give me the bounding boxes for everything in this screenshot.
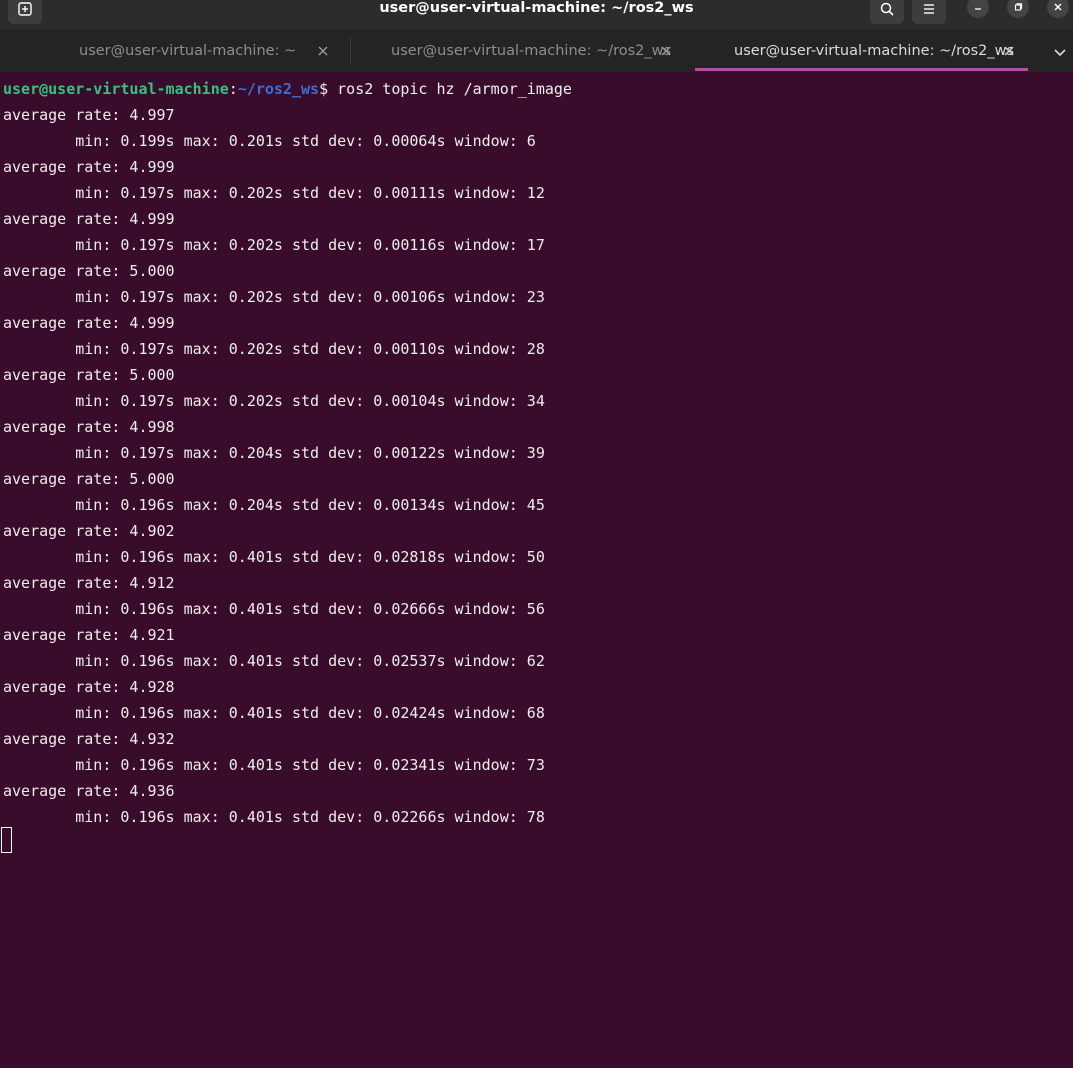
tab-label: user@user-virtual-machine: ~	[79, 43, 297, 59]
output-line-stats: min: 0.196s max: 0.401s std dev: 0.02666…	[3, 600, 545, 618]
output-line-rate: average rate: 4.936	[3, 782, 175, 800]
active-tab-indicator	[695, 68, 1028, 71]
title-bar: user@user-virtual-machine: ~/ros2_ws	[0, 0, 1073, 30]
prompt-path: ~/ros2_ws	[237, 80, 320, 98]
tab-ros2-ws-active[interactable]: user@user-virtual-machine: ~/ros2_ws	[695, 31, 1028, 73]
output-line-rate: average rate: 5.000	[3, 470, 175, 488]
output-line-rate: average rate: 4.932	[3, 730, 175, 748]
tab-home[interactable]: user@user-virtual-machine: ~	[0, 31, 350, 73]
output-line-stats: min: 0.197s max: 0.202s std dev: 0.00106…	[3, 288, 545, 306]
prompt-colon: :	[228, 80, 238, 98]
tab-ros2-ws[interactable]: user@user-virtual-machine: ~/ros2_ws	[351, 31, 691, 73]
output-line-rate: average rate: 4.997	[3, 106, 175, 124]
prompt-user-host: user@user-virtual-machine	[3, 80, 229, 98]
command-line: user@user-virtual-machine:~/ros2_ws$ ros…	[3, 76, 572, 102]
output-line-stats: min: 0.199s max: 0.201s std dev: 0.00064…	[3, 132, 536, 150]
tab-bar: user@user-virtual-machine: ~ user@user-v…	[0, 30, 1073, 72]
output-line-rate: average rate: 4.912	[3, 574, 175, 592]
output-line-stats: min: 0.197s max: 0.202s std dev: 0.00111…	[3, 184, 545, 202]
tab-close-icon[interactable]	[317, 45, 329, 57]
tab-close-icon[interactable]	[1003, 45, 1015, 57]
terminal-cursor	[1, 827, 12, 853]
terminal-output[interactable]: user@user-virtual-machine:~/ros2_ws$ ros…	[0, 72, 1073, 1068]
output-line-stats: min: 0.197s max: 0.202s std dev: 0.00104…	[3, 392, 545, 410]
output-line-rate: average rate: 4.928	[3, 678, 175, 696]
output-line-rate: average rate: 4.999	[3, 158, 175, 176]
prompt-dollar: $	[319, 80, 329, 98]
output-line-stats: min: 0.197s max: 0.204s std dev: 0.00122…	[3, 444, 545, 462]
output-line-stats: min: 0.196s max: 0.204s std dev: 0.00134…	[3, 496, 545, 514]
chevron-down-icon[interactable]	[1053, 45, 1067, 59]
output-line-stats: min: 0.197s max: 0.202s std dev: 0.00116…	[3, 236, 545, 254]
output-line-stats: min: 0.196s max: 0.401s std dev: 0.02424…	[3, 704, 545, 722]
output-line-rate: average rate: 4.902	[3, 522, 175, 540]
output-line-rate: average rate: 5.000	[3, 262, 175, 280]
output-line-stats: min: 0.197s max: 0.202s std dev: 0.00110…	[3, 340, 545, 358]
menu-button[interactable]	[912, 0, 946, 24]
tab-close-icon[interactable]	[660, 45, 672, 57]
search-button[interactable]	[870, 0, 904, 24]
output-line-stats: min: 0.196s max: 0.401s std dev: 0.02537…	[3, 652, 545, 670]
output-line-rate: average rate: 4.998	[3, 418, 175, 436]
menu-icon	[924, 4, 934, 14]
command-text: ros2 topic hz /armor_image	[328, 80, 572, 98]
output-line-stats: min: 0.196s max: 0.401s std dev: 0.02266…	[3, 808, 545, 826]
output-line-rate: average rate: 4.999	[3, 210, 175, 228]
output-line-rate: average rate: 4.999	[3, 314, 175, 332]
tab-label: user@user-virtual-machine: ~/ros2_ws	[734, 43, 1015, 59]
tab-label: user@user-virtual-machine: ~/ros2_ws	[391, 43, 672, 59]
search-icon	[880, 2, 894, 16]
maximize-icon	[1014, 3, 1023, 11]
close-icon	[1054, 3, 1062, 11]
minimize-icon	[975, 8, 981, 10]
output-line-stats: min: 0.196s max: 0.401s std dev: 0.02818…	[3, 548, 545, 566]
output-line-rate: average rate: 5.000	[3, 366, 175, 384]
output-line-stats: min: 0.196s max: 0.401s std dev: 0.02341…	[3, 756, 545, 774]
output-line-rate: average rate: 4.921	[3, 626, 175, 644]
